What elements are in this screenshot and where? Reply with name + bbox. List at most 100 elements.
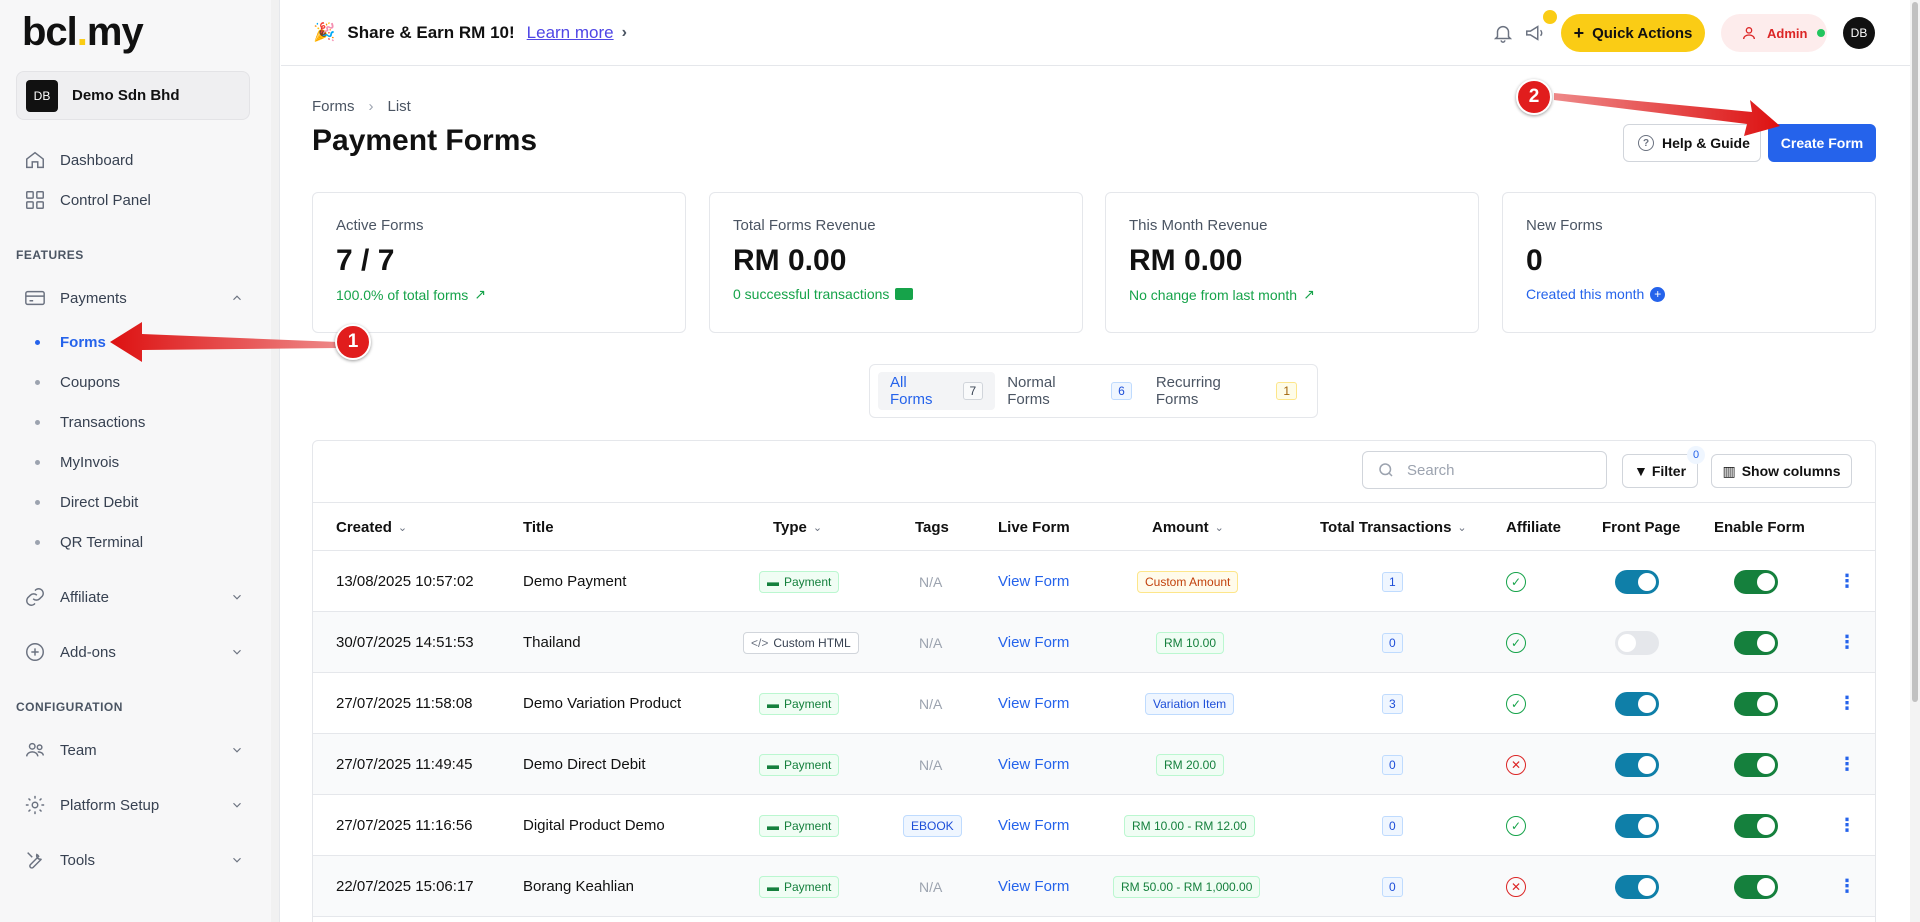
column-amount[interactable]: Amount ⌄ xyxy=(1152,519,1224,536)
transaction-count: 3 xyxy=(1382,693,1403,714)
org-switcher[interactable]: DB Demo Sdn Bhd xyxy=(16,71,250,120)
more-options-icon[interactable]: ⋮ xyxy=(1838,876,1856,897)
chevron-down-icon xyxy=(233,802,241,808)
check-circle-icon: ✓ xyxy=(1506,693,1526,714)
stat-card-month-revenue: This Month Revenue RM 0.00 No change fro… xyxy=(1105,192,1479,333)
section-features: FEATURES xyxy=(16,248,84,262)
stat-card-total-revenue: Total Forms Revenue RM 0.00 0 successful… xyxy=(709,192,1083,333)
table-row: 13/08/2025 10:57:02 Demo Payment ▬ Paymen… xyxy=(313,551,1875,612)
enable-form-toggle[interactable] xyxy=(1734,752,1778,777)
learn-more-link[interactable]: Learn more xyxy=(527,23,614,43)
table-row: 27/07/2025 11:58:08 Demo Variation Produ… xyxy=(313,673,1875,734)
sidebar-subitem-forms[interactable]: Forms xyxy=(35,330,106,354)
sidebar-item-payments[interactable]: Payments xyxy=(24,283,244,313)
user-avatar[interactable]: DB xyxy=(1843,17,1875,49)
plus-circle-icon: + xyxy=(1650,286,1666,302)
chevron-right-icon: › xyxy=(621,23,627,41)
code-icon: </> xyxy=(751,635,769,650)
enable-form-toggle[interactable] xyxy=(1734,691,1778,716)
tools-icon xyxy=(27,852,42,869)
sidebar-subitem-coupons[interactable]: Coupons xyxy=(34,370,120,394)
amount-badge: RM 50.00 - RM 1,000.00 xyxy=(1113,875,1261,898)
breadcrumb-forms[interactable]: Forms xyxy=(312,98,355,115)
view-form-link[interactable]: View Form xyxy=(998,695,1069,712)
sidebar-item-addons[interactable]: Add-ons xyxy=(24,637,244,667)
party-icon: 🎉 xyxy=(313,22,336,42)
more-options-icon[interactable]: ⋮ xyxy=(1838,632,1856,653)
column-live-form: Live Form xyxy=(998,519,1070,536)
sidebar-scrollbar[interactable] xyxy=(271,0,279,922)
view-form-link[interactable]: View Form xyxy=(998,817,1069,834)
transaction-count: 0 xyxy=(1382,876,1403,897)
org-avatar: DB xyxy=(26,79,58,112)
trend-up-icon: ↗ xyxy=(474,286,487,302)
money-icon xyxy=(895,288,914,300)
sidebar-subitem-transactions[interactable]: Transactions xyxy=(34,410,145,434)
front-page-toggle[interactable] xyxy=(1615,630,1659,655)
page-title: Payment Forms xyxy=(312,124,538,157)
sidebar-subitem-qr-terminal[interactable]: QR Terminal xyxy=(34,530,143,554)
more-options-icon[interactable]: ⋮ xyxy=(1838,815,1856,836)
table-row: 27/07/2025 11:49:45 Demo Direct Debit ▬ P… xyxy=(313,734,1875,795)
user-icon xyxy=(1743,27,1755,40)
amount-badge: RM 10.00 xyxy=(1156,631,1225,654)
bell-icon[interactable] xyxy=(1492,22,1514,44)
more-options-icon[interactable]: ⋮ xyxy=(1838,571,1856,592)
chevron-down-icon xyxy=(233,649,241,655)
view-form-link[interactable]: View Form xyxy=(998,573,1069,590)
filter-count-badge: 0 xyxy=(1687,446,1705,464)
sidebar-item-team[interactable]: Team xyxy=(24,735,244,765)
search-box[interactable] xyxy=(1362,451,1607,489)
sidebar-item-platform-setup[interactable]: Platform Setup xyxy=(24,790,244,820)
tab-normal-forms[interactable]: Normal Forms 6 xyxy=(995,372,1144,410)
type-badge: ▬ Payment xyxy=(759,692,840,715)
view-form-link[interactable]: View Form xyxy=(998,878,1069,895)
column-affiliate: Affiliate xyxy=(1506,519,1562,536)
sidebar-subitem-direct-debit[interactable]: Direct Debit xyxy=(34,490,138,514)
view-form-link[interactable]: View Form xyxy=(998,634,1069,651)
front-page-toggle[interactable] xyxy=(1615,813,1659,838)
more-options-icon[interactable]: ⋮ xyxy=(1838,754,1856,775)
check-circle-icon: ✓ xyxy=(1506,571,1526,592)
sidebar-item-affiliate[interactable]: Affiliate xyxy=(24,582,244,612)
enable-form-toggle[interactable] xyxy=(1734,630,1778,655)
promo-banner: 🎉 Share & Earn RM 10! Learn more › xyxy=(313,22,627,43)
check-circle-icon: ✓ xyxy=(1506,815,1526,836)
enable-form-toggle[interactable] xyxy=(1734,813,1778,838)
main-scrollbar[interactable] xyxy=(1910,0,1920,922)
logo[interactable]: bcl.my xyxy=(22,10,144,55)
column-created[interactable]: Created ⌄ xyxy=(336,519,407,536)
front-page-toggle[interactable] xyxy=(1615,691,1659,716)
sidebar-subitem-myinvois[interactable]: MyInvois xyxy=(34,450,119,474)
sidebar-item-dashboard[interactable]: Dashboard xyxy=(24,145,244,175)
quick-actions-button[interactable]: + Quick Actions xyxy=(1561,14,1705,52)
megaphone-icon[interactable] xyxy=(1524,22,1546,44)
scrollbar-thumb[interactable] xyxy=(1912,2,1918,702)
enable-form-toggle[interactable] xyxy=(1734,569,1778,594)
x-circle-icon: ✕ xyxy=(1506,876,1526,897)
more-options-icon[interactable]: ⋮ xyxy=(1838,693,1856,714)
annotation-marker-1: 1 xyxy=(335,324,371,360)
chevron-down-icon xyxy=(233,594,241,600)
chevron-down-icon xyxy=(233,857,241,863)
tab-recurring-forms[interactable]: Recurring Forms 1 xyxy=(1144,372,1309,410)
sidebar-item-control-panel[interactable]: Control Panel xyxy=(24,185,244,215)
admin-badge[interactable]: Admin xyxy=(1721,14,1827,52)
column-enable-form: Enable Form xyxy=(1714,519,1805,536)
create-form-button[interactable]: Create Form xyxy=(1768,124,1876,162)
front-page-toggle[interactable] xyxy=(1615,752,1659,777)
front-page-toggle[interactable] xyxy=(1615,569,1659,594)
sidebar-item-tools[interactable]: Tools xyxy=(24,845,244,875)
front-page-toggle[interactable] xyxy=(1615,874,1659,899)
view-form-link[interactable]: View Form xyxy=(998,756,1069,773)
column-total-transactions[interactable]: Total Transactions ⌄ xyxy=(1320,519,1467,536)
search-input[interactable] xyxy=(1407,461,1587,479)
filter-button[interactable]: ▼ Filter xyxy=(1622,454,1698,488)
column-type[interactable]: Type ⌄ xyxy=(773,519,822,536)
enable-form-toggle[interactable] xyxy=(1734,874,1778,899)
chevron-down-icon: ⌄ xyxy=(397,522,408,534)
help-guide-button[interactable]: ? Help & Guide xyxy=(1623,124,1761,162)
tab-all-forms[interactable]: All Forms 7 xyxy=(878,372,996,410)
stat-card-new-forms: New Forms 0 Created this month + xyxy=(1502,192,1876,333)
show-columns-button[interactable]: ▥ Show columns xyxy=(1711,454,1852,488)
